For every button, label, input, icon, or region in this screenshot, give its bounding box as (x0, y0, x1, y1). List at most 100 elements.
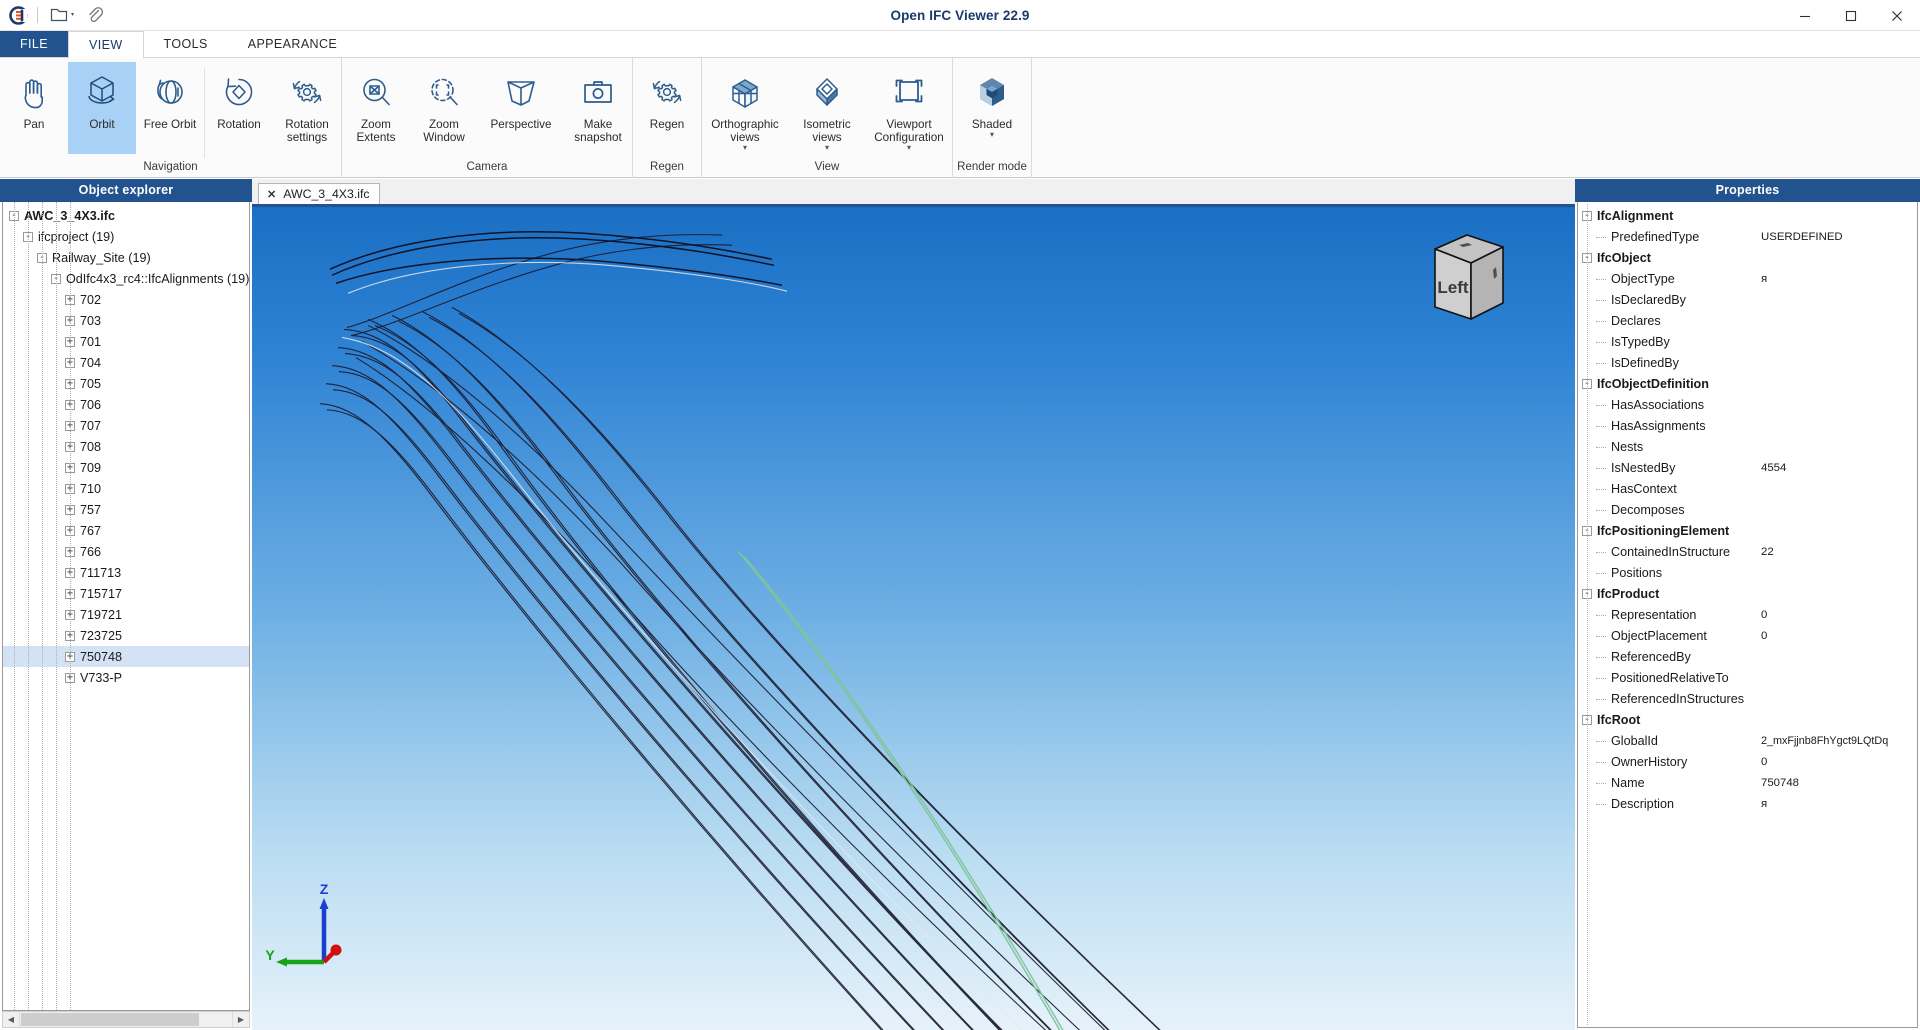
property-row[interactable]: IsDeclaredBy (1578, 289, 1917, 310)
paperclip-icon[interactable] (82, 3, 108, 27)
ribbon-button-orbit[interactable]: Orbit (68, 62, 136, 154)
tree-node[interactable]: - Railway_Site (19) (3, 247, 249, 268)
tree-node[interactable]: + V733-P (3, 667, 249, 688)
property-row[interactable]: Positions (1578, 562, 1917, 583)
chevron-down-icon[interactable]: ▾ (743, 144, 747, 152)
property-row[interactable]: PredefinedType USERDEFINED (1578, 226, 1917, 247)
property-group-row[interactable]: - IfcObjectDefinition (1578, 373, 1917, 394)
property-row[interactable]: HasAssociations (1578, 394, 1917, 415)
scroll-right-icon[interactable]: ▶ (232, 1012, 249, 1027)
property-row[interactable]: Name 750748 (1578, 772, 1917, 793)
property-group-row[interactable]: - IfcProduct (1578, 583, 1917, 604)
tree-node[interactable]: +757 (3, 499, 249, 520)
ribbon-button-shaded[interactable]: Shaded ▾ (953, 62, 1031, 154)
tree-node[interactable]: +719721 (3, 604, 249, 625)
object-explorer-tree[interactable]: - AWC_3_4X3.ifc - ifcproject (19) - Railway_S… (2, 202, 250, 1011)
property-row[interactable]: HasAssignments (1578, 415, 1917, 436)
tree-node[interactable]: +766 (3, 541, 249, 562)
close-button[interactable] (1874, 0, 1920, 31)
property-value[interactable]: 4554 (1761, 462, 1786, 474)
tree-node[interactable]: +703 (3, 310, 249, 331)
property-row[interactable]: ReferencedInStructures (1578, 688, 1917, 709)
ribbon-button-regen[interactable]: Regen (633, 62, 701, 154)
property-row[interactable]: ReferencedBy (1578, 646, 1917, 667)
tree-node[interactable]: +704 (3, 352, 249, 373)
property-value[interactable]: 0 (1761, 630, 1767, 642)
minimize-button[interactable] (1782, 0, 1828, 31)
property-row[interactable]: Description я (1578, 793, 1917, 814)
tree-node[interactable]: +709 (3, 457, 249, 478)
property-row[interactable]: HasContext (1578, 478, 1917, 499)
tree-node[interactable]: +702 (3, 289, 249, 310)
property-row[interactable]: Declares (1578, 310, 1917, 331)
tree-node[interactable]: - ifcproject (19) (3, 226, 249, 247)
tree-node[interactable]: +707 (3, 415, 249, 436)
tree-node[interactable]: - AWC_3_4X3.ifc (3, 205, 249, 226)
3d-viewport[interactable]: Left Z Y (252, 207, 1575, 1030)
ribbon-button-perspective[interactable]: Perspective (478, 62, 564, 154)
ribbon-button-rotation[interactable]: Rotation (205, 62, 273, 154)
ribbon-button-zoom-extents[interactable]: Zoom Extents (342, 62, 410, 154)
tree-node[interactable]: +715717 (3, 583, 249, 604)
property-group-row[interactable]: - IfcAlignment (1578, 205, 1917, 226)
property-value[interactable]: я (1761, 798, 1767, 810)
tab-tools[interactable]: TOOLS (144, 31, 228, 57)
tree-node[interactable]: +708 (3, 436, 249, 457)
tree-node[interactable]: +723725 (3, 625, 249, 646)
chevron-down-icon[interactable]: ▾ (825, 144, 829, 152)
scroll-thumb[interactable] (21, 1013, 199, 1026)
chevron-down-icon[interactable]: ▾ (990, 131, 994, 139)
property-row[interactable]: ObjectType я (1578, 268, 1917, 289)
ribbon-button-isometric-views[interactable]: Isometric views ▾ (788, 62, 866, 154)
ribbon-button-rotation-settings[interactable]: Rotation settings (273, 62, 341, 154)
chevron-down-icon[interactable]: ▾ (907, 144, 911, 152)
property-value[interactable]: 22 (1761, 546, 1774, 558)
property-value[interactable]: USERDEFINED (1761, 231, 1843, 243)
property-group-row[interactable]: - IfcRoot (1578, 709, 1917, 730)
ribbon-button-viewport-configuration[interactable]: Viewport Configuration ▾ (866, 62, 952, 154)
document-tab[interactable]: ✕ AWC_3_4X3.ifc (258, 183, 380, 204)
property-group-row[interactable]: - IfcPositioningElement (1578, 520, 1917, 541)
property-row[interactable]: OwnerHistory 0 (1578, 751, 1917, 772)
scroll-left-icon[interactable]: ◀ (3, 1012, 20, 1027)
maximize-button[interactable] (1828, 0, 1874, 31)
property-row[interactable]: IsTypedBy (1578, 331, 1917, 352)
close-icon[interactable]: ✕ (267, 188, 276, 201)
properties-list[interactable]: - IfcAlignment PredefinedType USERDEFINED - I… (1577, 202, 1918, 1028)
ribbon-button-free-orbit[interactable]: Free Orbit (136, 62, 204, 154)
scroll-track[interactable] (200, 1012, 232, 1027)
tab-view[interactable]: VIEW (68, 31, 144, 58)
property-row[interactable]: GlobalId 2_mxFjjnb8FhYgct9LQtDq (1578, 730, 1917, 751)
tree-node[interactable]: - OdIfc4x3_rc4::IfcAlignments (19) (3, 268, 249, 289)
tree-node[interactable]: +711713 (3, 562, 249, 583)
tree-node[interactable]: +710 (3, 478, 249, 499)
tree-node[interactable]: +705 (3, 373, 249, 394)
property-row[interactable]: Decomposes (1578, 499, 1917, 520)
property-row[interactable]: Nests (1578, 436, 1917, 457)
property-value[interactable]: 0 (1761, 756, 1767, 768)
object-explorer-hscrollbar[interactable]: ◀ ▶ (2, 1011, 250, 1028)
tree-node[interactable]: +767 (3, 520, 249, 541)
property-row[interactable]: PositionedRelativeTo (1578, 667, 1917, 688)
property-value[interactable]: 750748 (1761, 777, 1799, 789)
property-row[interactable]: IsDefinedBy (1578, 352, 1917, 373)
tree-node[interactable]: +701 (3, 331, 249, 352)
property-value[interactable]: 2_mxFjjnb8FhYgct9LQtDq (1761, 735, 1888, 747)
ribbon-button-orthographic-views[interactable]: Orthographic views ▾ (702, 62, 788, 154)
ribbon-button-pan[interactable]: Pan (0, 62, 68, 154)
tree-node[interactable]: +706 (3, 394, 249, 415)
tab-file[interactable]: FILE (0, 31, 68, 57)
property-value[interactable]: 0 (1761, 609, 1767, 621)
property-group-row[interactable]: - IfcObject (1578, 247, 1917, 268)
property-row[interactable]: ContainedInStructure 22 (1578, 541, 1917, 562)
tab-appearance[interactable]: APPEARANCE (228, 31, 357, 57)
ribbon-button-make-snapshot[interactable]: Make snapshot (564, 62, 632, 154)
property-row[interactable]: Representation 0 (1578, 604, 1917, 625)
property-row[interactable]: IsNestedBy 4554 (1578, 457, 1917, 478)
property-value[interactable]: я (1761, 273, 1767, 285)
ribbon-button-zoom-window[interactable]: Zoom Window (410, 62, 478, 154)
tree-node[interactable]: +750748 (3, 646, 249, 667)
view-cube[interactable]: Left (1415, 227, 1515, 332)
property-row[interactable]: ObjectPlacement 0 (1578, 625, 1917, 646)
folder-open-icon[interactable] (46, 3, 80, 27)
